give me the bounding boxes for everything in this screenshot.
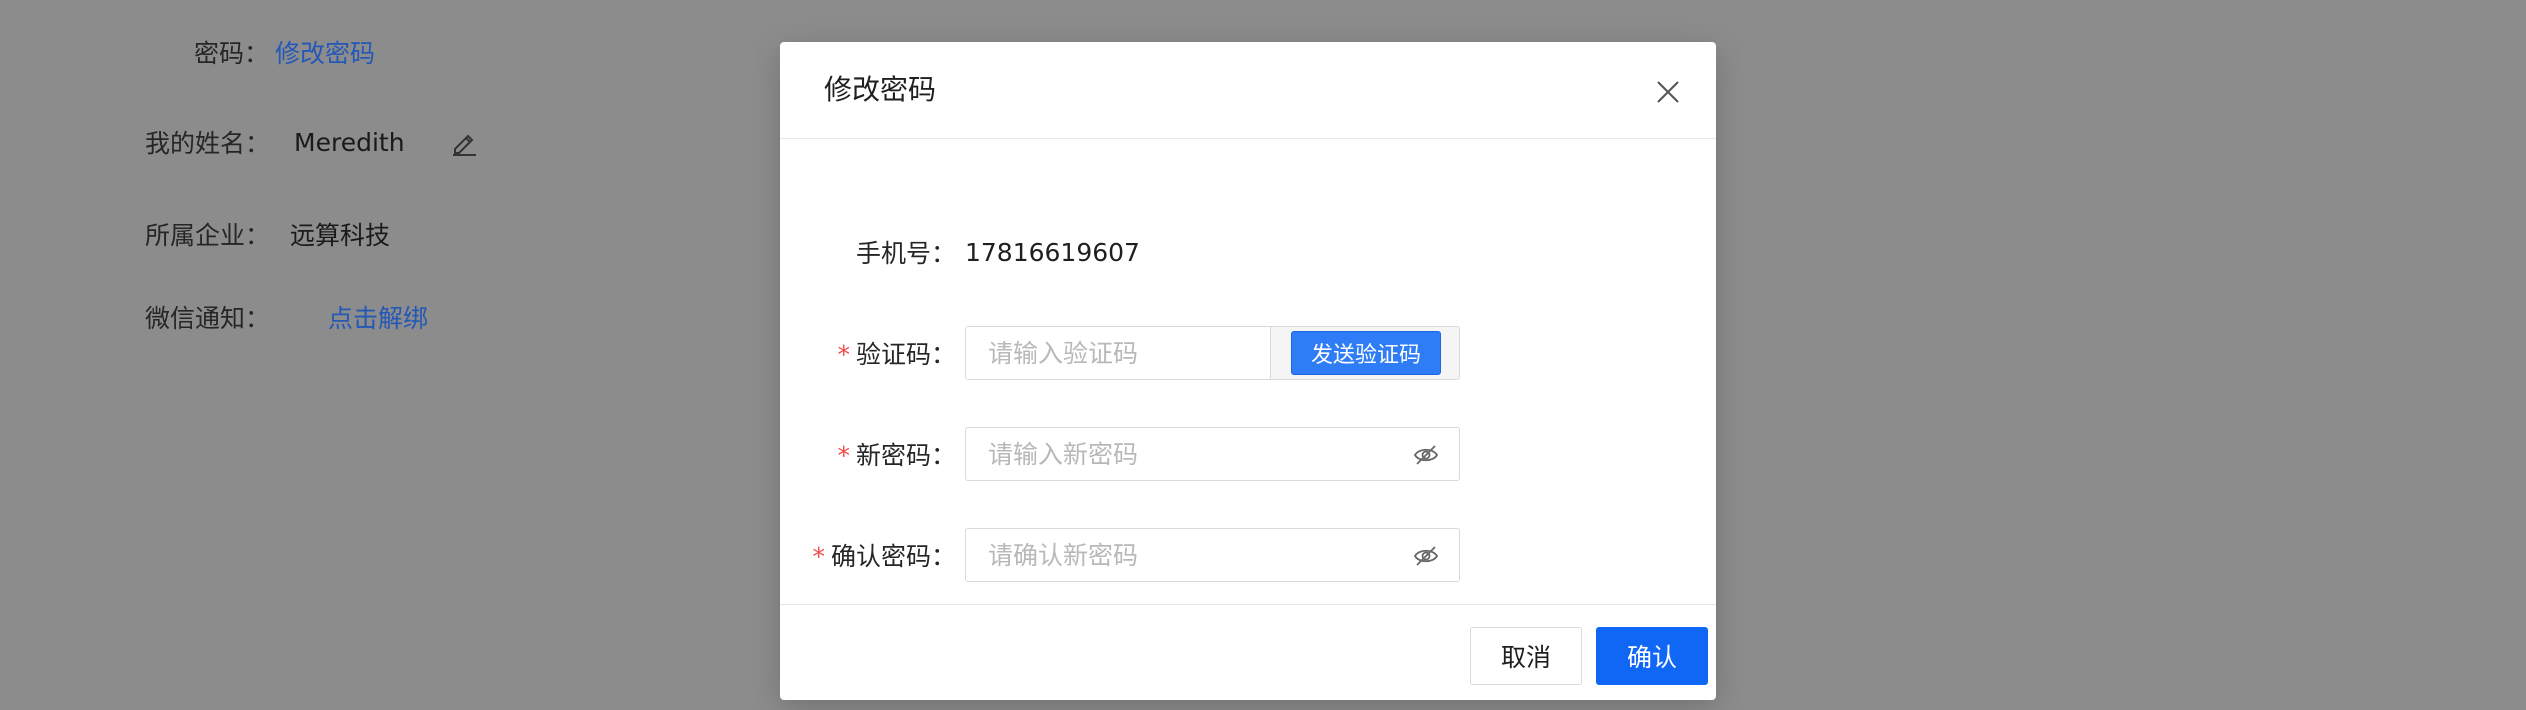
eye-slash-icon[interactable] [1413, 442, 1439, 468]
confirm-password-field [965, 528, 1460, 582]
phone-row: 手机号： 17816619607 [780, 224, 1716, 280]
phone-label: 手机号： [855, 239, 956, 268]
code-label-text: 验证码： [855, 340, 956, 369]
confirm-password-label: * 确认密码： [812, 537, 956, 573]
cancel-button[interactable]: 取消 [1470, 627, 1582, 685]
confirm-password-label-text: 确认密码： [830, 542, 956, 571]
dialog-title: 修改密码 [824, 73, 937, 106]
new-password-field [965, 427, 1460, 481]
new-password-input[interactable] [966, 428, 1459, 480]
change-password-dialog: 修改密码 手机号： 17816619607 *验证码： 发送验证码 *新密码： [780, 42, 1716, 700]
required-mark: * [837, 441, 850, 470]
code-row: *验证码： 发送验证码 [780, 325, 1716, 381]
confirm-password-input[interactable] [966, 529, 1459, 581]
confirm-button[interactable]: 确认 [1596, 627, 1708, 685]
code-input-group: 发送验证码 [965, 326, 1460, 380]
dialog-header: 修改密码 [780, 42, 1716, 139]
code-label: * 验证码： [837, 335, 956, 371]
required-mark: * [837, 340, 850, 369]
dialog-footer: 取消 确认 [780, 604, 1716, 700]
phone-value: 17816619607 [965, 237, 1140, 267]
code-input-wrapper [966, 327, 1271, 379]
new-password-row: * 新密码： [780, 426, 1716, 482]
code-input[interactable] [966, 327, 1270, 379]
required-mark: * [812, 542, 825, 571]
eye-slash-icon[interactable] [1413, 543, 1439, 569]
close-icon[interactable] [1648, 72, 1688, 112]
confirm-password-row: * 确认密码： [780, 527, 1716, 583]
new-password-label: * 新密码： [837, 436, 956, 472]
new-password-label-text: 新密码： [855, 441, 956, 470]
send-code-button[interactable]: 发送验证码 [1291, 331, 1441, 375]
